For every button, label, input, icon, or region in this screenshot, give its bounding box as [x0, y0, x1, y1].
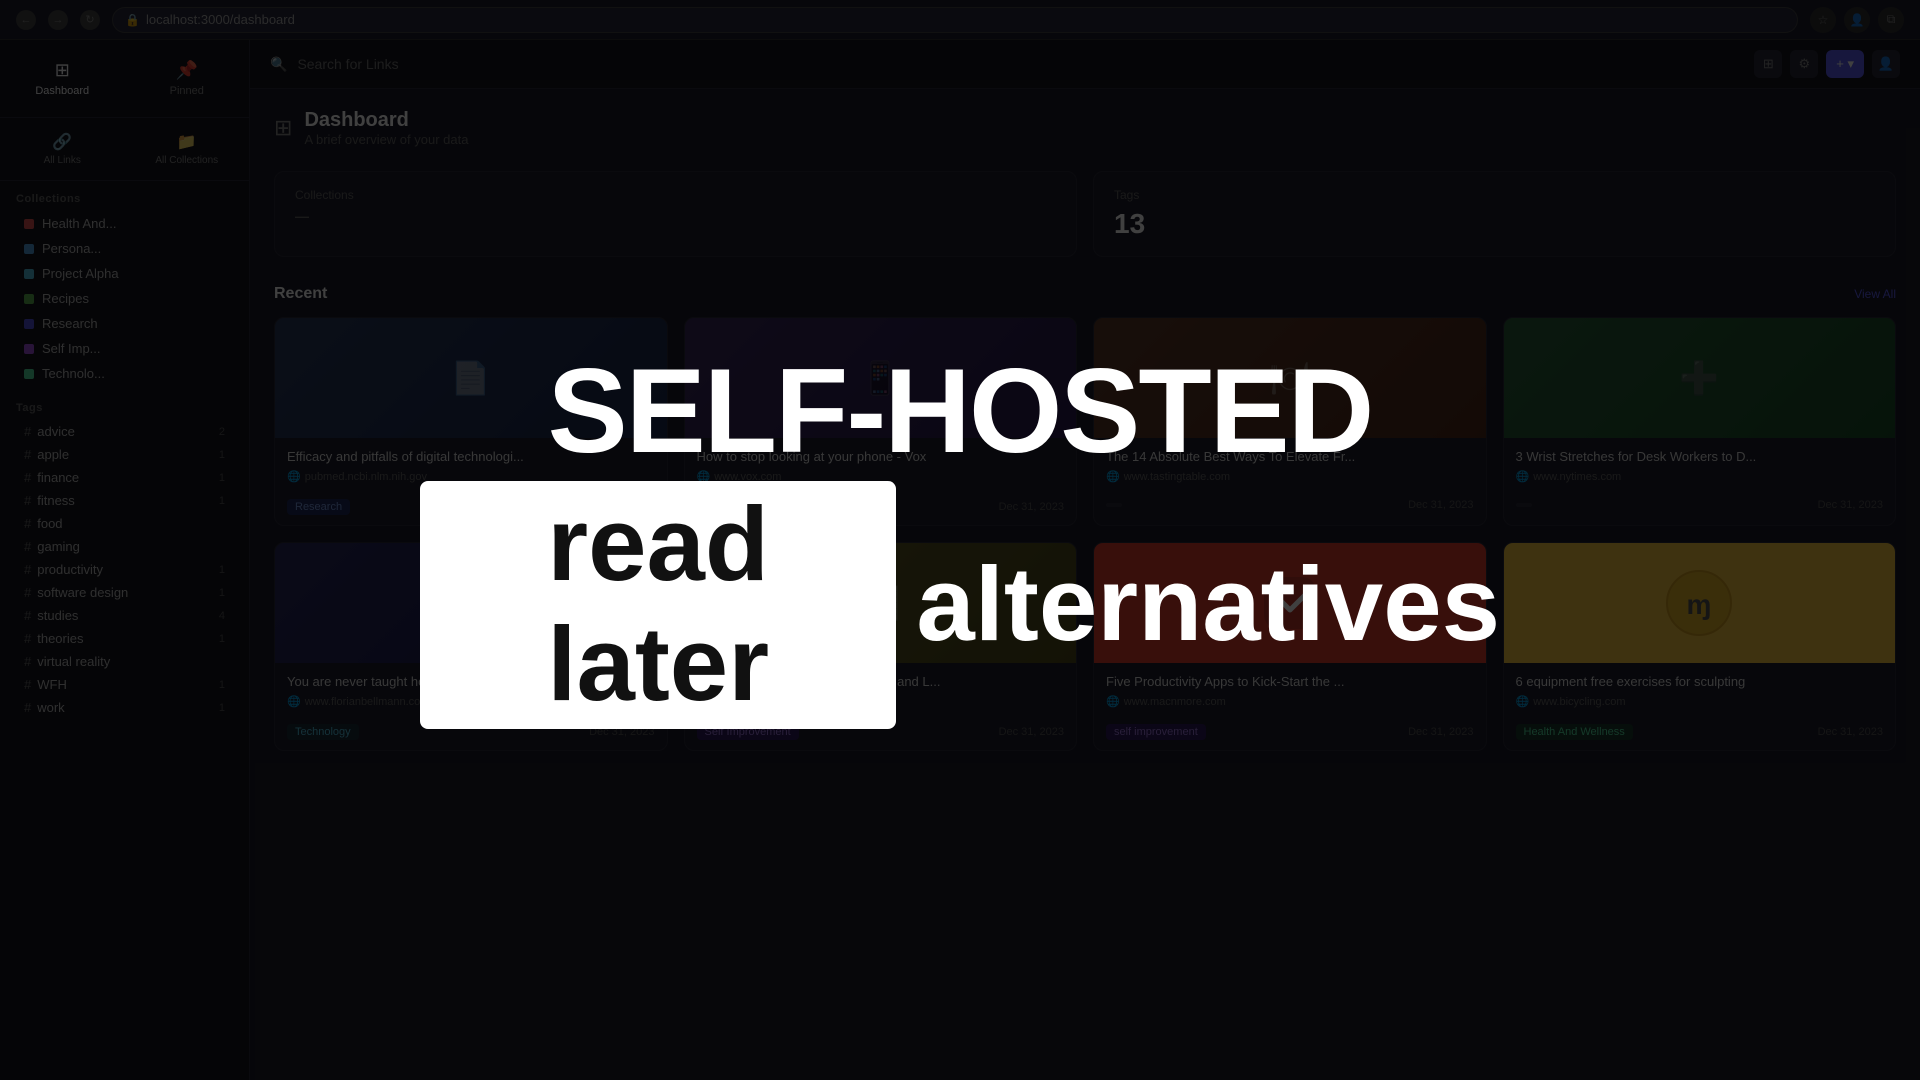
overlay-rest: alternatives: [916, 545, 1500, 665]
overlay-headline: SELF-HOSTED: [420, 351, 1500, 471]
overlay: SELF-HOSTED read later alternatives: [0, 0, 1920, 1080]
overlay-content: SELF-HOSTED read later alternatives: [360, 311, 1560, 769]
overlay-highlight: read later: [420, 481, 896, 729]
overlay-subline: read later alternatives: [420, 481, 1500, 729]
